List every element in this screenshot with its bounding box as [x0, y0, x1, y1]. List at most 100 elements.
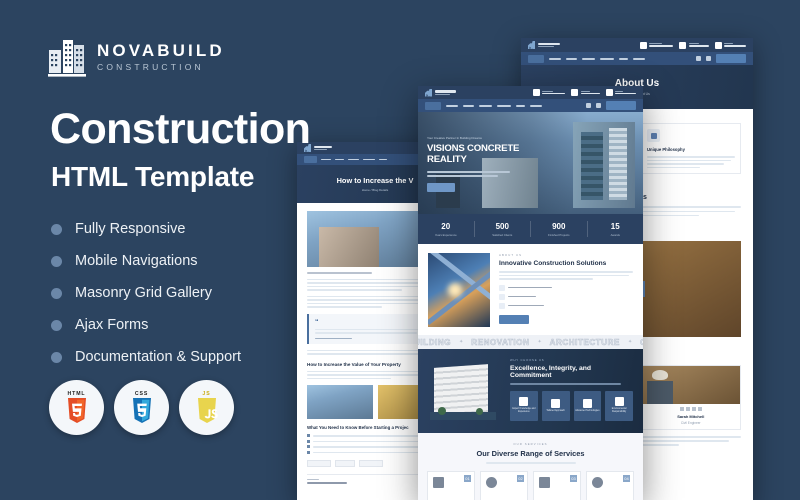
why-card[interactable]: Expert Knowledge and Experience — [510, 390, 538, 421]
list-item: Fully Responsive — [51, 213, 241, 245]
phone-icon — [679, 41, 686, 49]
location-icon — [532, 89, 540, 96]
why-image — [428, 358, 502, 424]
marquee-star-icon: ✦ — [459, 339, 464, 345]
nav-item-service[interactable] — [348, 158, 359, 161]
service-card[interactable]: 01 — [427, 470, 475, 500]
service-number: 03 — [570, 474, 577, 482]
technology-badges: HTML CSS JS — [49, 380, 234, 435]
nav-item-about[interactable] — [446, 104, 458, 107]
promo-left-panel: NOVABUILD CONSTRUCTION Construction HTML… — [0, 0, 311, 500]
list-item: Ajax Forms — [51, 309, 241, 341]
why-card-label: Environmental Responsibility — [611, 408, 627, 413]
knowledge-icon — [519, 397, 529, 407]
nav-item-contact[interactable] — [633, 57, 645, 60]
tag-chip[interactable] — [359, 459, 383, 467]
about-section: ABOUT US Innovative Construction Solutio… — [418, 244, 643, 335]
why-card-label: Advanced Technologies — [575, 409, 600, 412]
nav-item-service[interactable] — [582, 57, 595, 60]
team-member-card[interactable]: Sarah Mitchell Civil Engineer — [640, 365, 741, 430]
hero-headline: VISIONS CONCRETE REALITY — [427, 143, 520, 165]
stat-item: 20 Years Experience — [418, 222, 474, 237]
nav-item-blog[interactable] — [516, 104, 525, 107]
phone-icon — [571, 89, 578, 96]
nav-item-about[interactable] — [549, 57, 561, 60]
post-meta — [307, 272, 373, 274]
get-a-quote-button[interactable] — [606, 101, 636, 110]
learn-more-button[interactable] — [499, 314, 529, 324]
nav-item-about[interactable] — [321, 158, 331, 161]
stat-item: 500 Satisfied Clients — [475, 222, 531, 237]
why-card[interactable]: Environmental Responsibility — [605, 390, 633, 421]
service-card[interactable]: 04 — [586, 470, 634, 500]
card-unique-philosophy[interactable]: Unique Philosophy — [641, 123, 741, 175]
nav-item-blog[interactable] — [379, 158, 387, 161]
stat-value: 15 — [610, 221, 620, 231]
mock-right-logo[interactable] — [528, 41, 560, 49]
breadcrumb: Home / Blog Details — [361, 188, 389, 192]
bullet-icon — [51, 255, 62, 267]
environment-icon — [614, 397, 624, 407]
js-badge: JS — [179, 380, 234, 435]
services-title: Our Diverse Range of Services — [476, 449, 585, 458]
html5-badge: HTML — [49, 380, 104, 435]
marquee-word: RENOVATION — [471, 337, 530, 347]
nav-item-portfolio[interactable] — [363, 158, 375, 161]
search-icon[interactable] — [586, 103, 591, 108]
tag-chip[interactable] — [307, 459, 331, 467]
page-title: Construction — [50, 105, 311, 153]
brand-logo[interactable]: NOVABUILD CONSTRUCTION — [48, 36, 225, 78]
team-icon — [499, 293, 505, 300]
hero-copy: Your Creative Partner In Building Dreams… — [427, 136, 523, 192]
feature-label: Ajax Forms — [75, 317, 149, 333]
mail-icon — [605, 89, 613, 96]
list-item: Documentation & Support — [51, 341, 241, 373]
why-card-label: Expert Knowledge and Experience — [512, 408, 536, 413]
why-card[interactable]: Advanced Technologies — [573, 390, 602, 421]
list-item: Masonry Grid Gallery — [51, 277, 241, 309]
why-card[interactable]: Tailored Approach — [541, 390, 570, 421]
nav-item-portfolio[interactable] — [600, 57, 614, 60]
nav-item-contact[interactable] — [530, 104, 542, 107]
why-choose-section: WHY CHOOSE US Excellence, Integrity, and… — [418, 349, 643, 433]
cart-icon[interactable] — [706, 56, 711, 61]
stat-value: 900 — [552, 221, 566, 231]
nav-item-service[interactable] — [479, 104, 492, 107]
about-title: Innovative Construction Solutions — [499, 260, 607, 267]
mock-right-nav[interactable] — [521, 52, 753, 65]
nav-item-pages[interactable] — [335, 158, 344, 161]
feature-label: Masonry Grid Gallery — [75, 285, 212, 301]
nav-item-blog[interactable] — [619, 57, 628, 60]
feature-label: Fully Responsive — [75, 221, 186, 237]
tag-chip[interactable] — [335, 459, 355, 467]
nav-item-portfolio[interactable] — [497, 104, 511, 107]
card-title: Unique Philosophy — [647, 147, 685, 152]
search-icon[interactable] — [696, 56, 701, 61]
why-card-label: Tailored Approach — [546, 409, 565, 412]
service-card[interactable]: 03 — [533, 470, 581, 500]
mock-center-logo[interactable] — [425, 88, 456, 97]
menu-icon[interactable] — [596, 103, 601, 108]
service-cards: 01 02 03 04 — [427, 470, 634, 500]
team-member-name: Sarah Mitchell — [677, 413, 705, 419]
bullet-icon — [51, 287, 62, 299]
bullet-icon — [51, 351, 62, 363]
services-eyebrow: OUR SERVICES — [513, 442, 548, 446]
service-number: 02 — [517, 474, 524, 482]
building-icon — [48, 36, 86, 78]
nav-item-home[interactable] — [425, 101, 441, 110]
badge-word: JS — [202, 391, 211, 397]
get-a-quote-button[interactable] — [716, 54, 746, 63]
page-title: How to Increase the V — [336, 176, 414, 185]
nav-item-home[interactable] — [304, 156, 317, 163]
nav-item-home[interactable] — [528, 54, 544, 63]
homepage-mockup[interactable]: Your Creative Partner In Building Dreams… — [418, 86, 643, 500]
hero-button[interactable] — [427, 182, 455, 192]
marquee-word: BUILDING — [418, 337, 452, 347]
nav-item-pages[interactable] — [463, 104, 474, 107]
brand-tagline: CONSTRUCTION — [97, 62, 204, 73]
hero-section: Your Creative Partner In Building Dreams… — [418, 112, 643, 214]
service-card[interactable]: 02 — [480, 470, 528, 500]
mock-center-nav[interactable] — [418, 99, 643, 112]
nav-item-pages[interactable] — [566, 57, 577, 60]
